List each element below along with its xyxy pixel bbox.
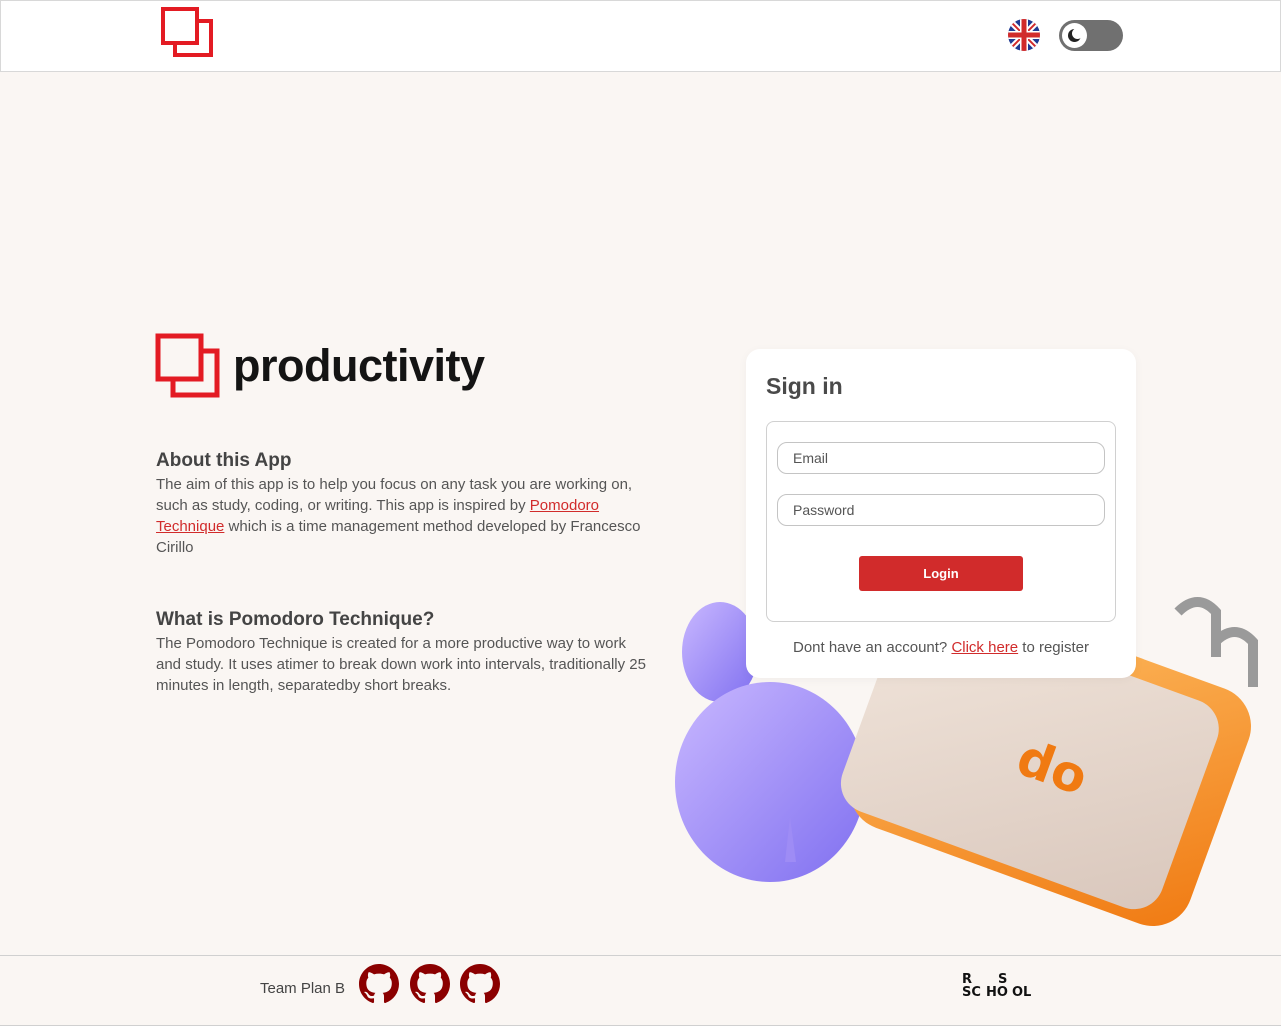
pomodoro-section: What is Pomodoro Technique? The Pomodoro… bbox=[156, 609, 646, 696]
about-title: About this App bbox=[156, 450, 292, 471]
signin-card: Sign in Login Dont have an account? Clic… bbox=[746, 349, 1136, 678]
footer: Team Plan B R S SC HO OL bbox=[0, 955, 1281, 1026]
uk-flag-icon[interactable] bbox=[1008, 19, 1040, 51]
register-prompt: Dont have an account? Click here to regi… bbox=[746, 639, 1136, 656]
brand: productivity bbox=[155, 331, 485, 401]
github-icon[interactable] bbox=[410, 964, 450, 1004]
about-text-end: which is a time management method develo… bbox=[156, 518, 641, 556]
main-content: productivity About this App The aim of t… bbox=[0, 72, 1281, 955]
login-button[interactable]: Login bbox=[859, 556, 1023, 591]
theme-toggle-knob bbox=[1062, 23, 1087, 48]
top-header bbox=[0, 0, 1281, 72]
github-icon[interactable] bbox=[359, 964, 399, 1004]
productivity-logo-icon bbox=[155, 333, 220, 398]
signin-form: Login bbox=[766, 421, 1116, 622]
email-input[interactable] bbox=[777, 442, 1105, 474]
about-section: About this App The aim of this app is to… bbox=[156, 450, 646, 558]
rs-letters-ol: OL bbox=[1012, 985, 1032, 1000]
register-link[interactable]: Click here bbox=[951, 639, 1018, 656]
productivity-logo-icon[interactable] bbox=[161, 7, 213, 59]
rs-school-logo[interactable]: R S SC HO OL bbox=[962, 973, 1034, 1003]
brand-name: productivity bbox=[233, 340, 485, 391]
pomodoro-text: The Pomodoro Technique is created for a … bbox=[156, 635, 646, 694]
register-prefix: Dont have an account? bbox=[792, 639, 952, 656]
github-icon[interactable] bbox=[460, 964, 500, 1004]
rs-letters-ho: HO bbox=[986, 985, 1008, 1000]
moon-icon bbox=[1068, 28, 1083, 42]
signin-title: Sign in bbox=[766, 373, 843, 399]
about-text: The aim of this app is to help you focus… bbox=[156, 474, 646, 558]
password-input[interactable] bbox=[777, 494, 1105, 526]
register-suffix: to register bbox=[1018, 639, 1089, 656]
rs-letters-sc: SC bbox=[962, 985, 981, 1000]
pomodoro-title: What is Pomodoro Technique? bbox=[156, 609, 435, 630]
theme-toggle[interactable] bbox=[1059, 20, 1123, 51]
team-label: Team Plan B bbox=[260, 980, 346, 997]
